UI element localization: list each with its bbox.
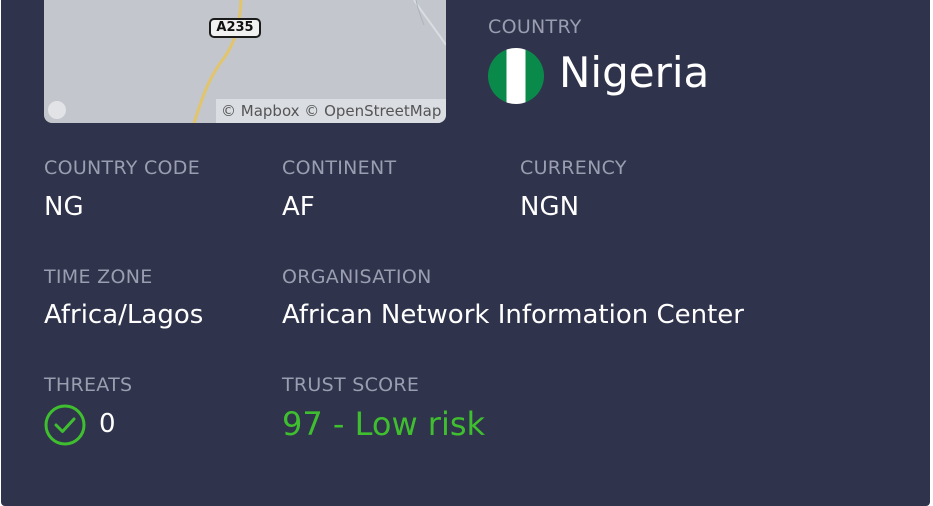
threats-label: THREATS xyxy=(44,374,133,396)
country-label: COUNTRY xyxy=(488,16,582,38)
ip-info-card: A235 © Mapbox © OpenStreetMap COUNTRY Ni… xyxy=(1,0,930,506)
nigeria-flag-icon xyxy=(488,48,544,104)
trust-score-label: TRUST SCORE xyxy=(282,374,420,396)
country-name: Nigeria xyxy=(559,48,710,97)
currency-value: NGN xyxy=(520,192,580,222)
map-attribution[interactable]: © Mapbox © OpenStreetMap xyxy=(216,99,446,123)
currency-label: CURRENCY xyxy=(520,157,627,179)
mapbox-logo-icon[interactable] xyxy=(48,101,66,119)
time-zone-value: Africa/Lagos xyxy=(44,300,204,330)
continent-value: AF xyxy=(282,192,315,222)
organisation-label: ORGANISATION xyxy=(282,266,432,288)
road-label: A235 xyxy=(209,18,261,38)
trust-score-value: 97 - Low risk xyxy=(282,405,486,443)
check-circle-icon xyxy=(44,404,86,446)
location-map[interactable]: A235 © Mapbox © OpenStreetMap xyxy=(44,0,446,123)
country-code-label: COUNTRY CODE xyxy=(44,157,201,179)
country-code-value: NG xyxy=(44,192,84,222)
threats-value: 0 xyxy=(99,409,116,439)
time-zone-label: TIME ZONE xyxy=(44,266,153,288)
continent-label: CONTINENT xyxy=(282,157,397,179)
organisation-value: African Network Information Center xyxy=(282,300,744,330)
